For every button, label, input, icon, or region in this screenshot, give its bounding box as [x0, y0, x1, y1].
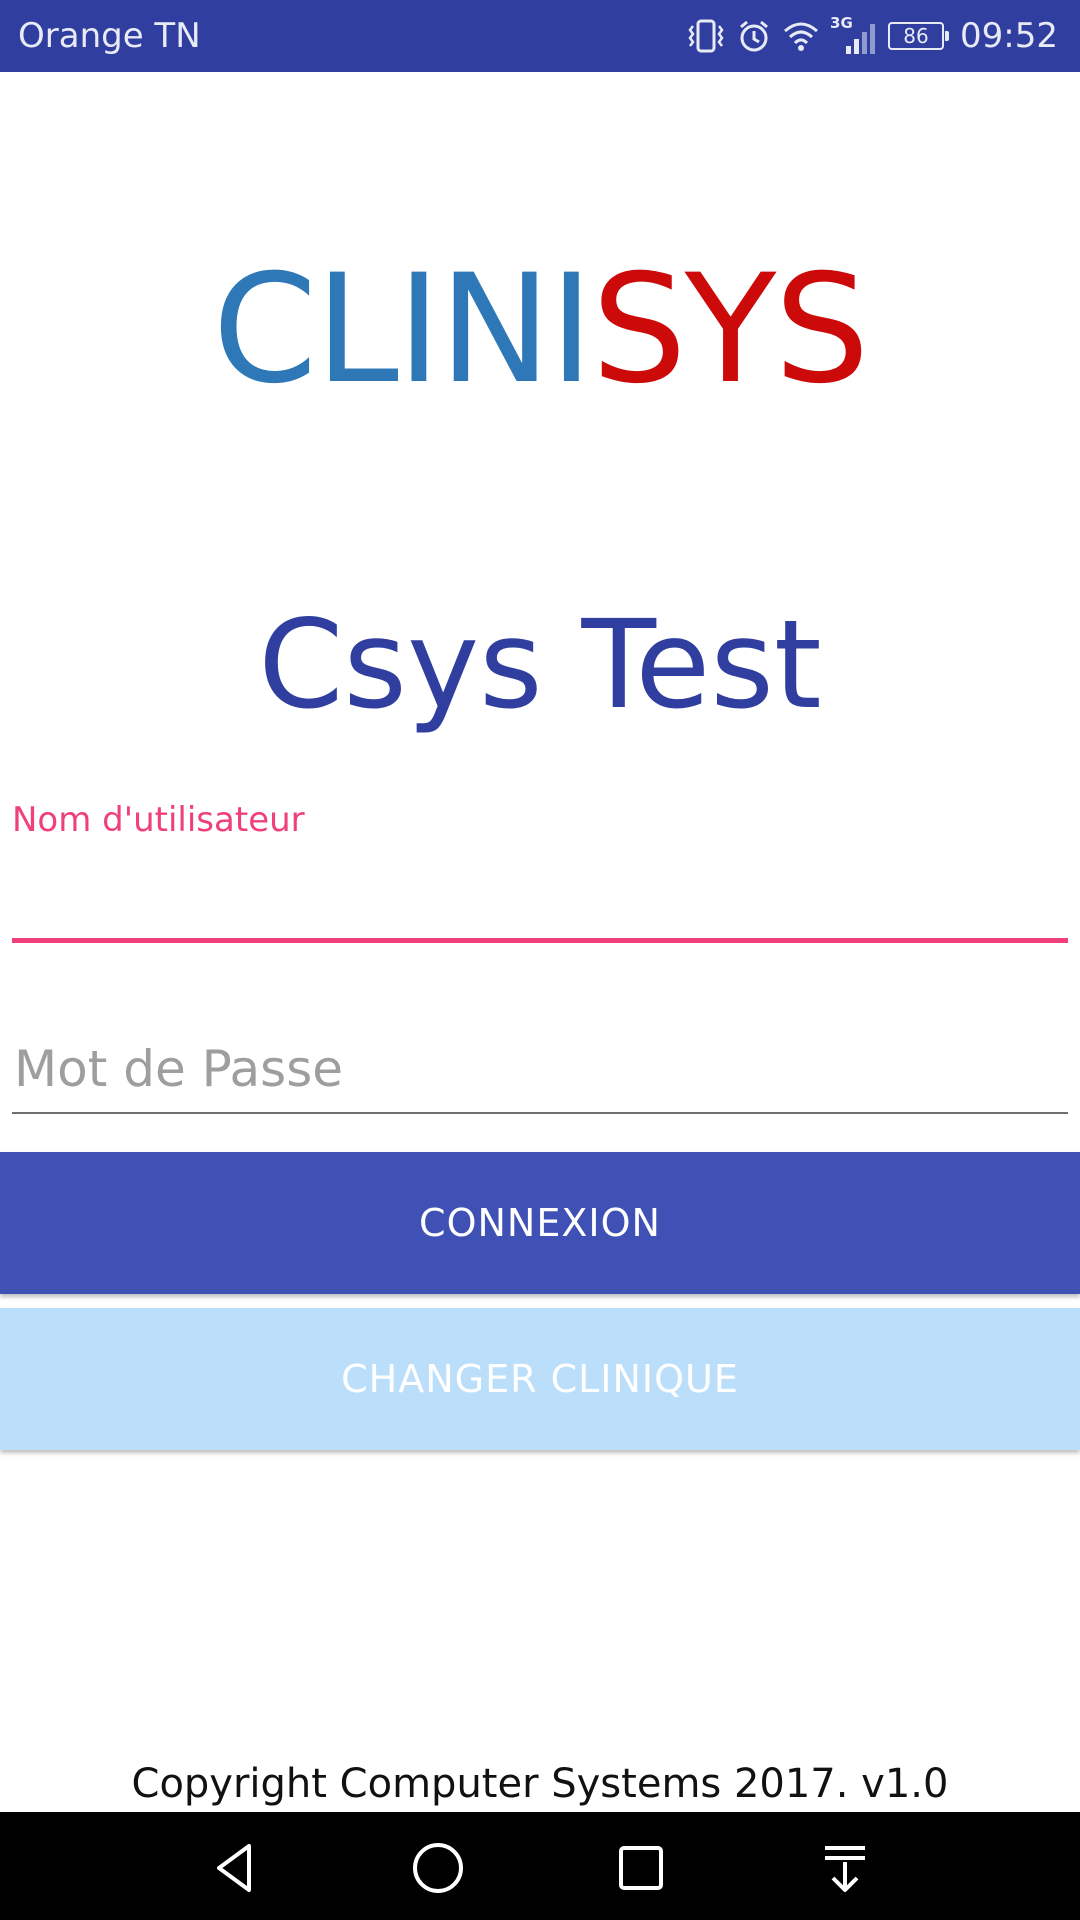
signal-3g-icon: 3G [830, 14, 878, 56]
status-icons: 3G 86 09:52 [686, 14, 1058, 58]
username-input[interactable] [12, 856, 1072, 938]
password-underline [12, 1112, 1068, 1114]
change-clinic-button[interactable]: CHANGER CLINIQUE [0, 1308, 1080, 1450]
app-logo: CLINISYS [0, 250, 1080, 410]
vibrate-icon [686, 18, 726, 54]
battery-icon: 86 [888, 22, 950, 50]
alarm-icon [736, 18, 772, 54]
navigation-bar [0, 1812, 1080, 1920]
notifications-pull-icon[interactable] [815, 1838, 875, 1898]
recents-icon[interactable] [611, 1838, 671, 1898]
connect-button[interactable]: CONNEXION [0, 1152, 1080, 1294]
logo-part-sys: SYS [591, 243, 869, 417]
status-bar: Orange TN 3G 86 09:52 [0, 0, 1080, 72]
username-field: Nom d'utilisateur [12, 796, 1072, 948]
password-input[interactable] [12, 1028, 1072, 1110]
username-underline [12, 938, 1068, 943]
copyright-text: Copyright Computer Systems 2017. v1.0 [131, 1761, 949, 1807]
battery-level: 86 [903, 24, 929, 48]
home-icon[interactable] [408, 1838, 468, 1898]
back-icon[interactable] [205, 1838, 265, 1898]
wifi-icon [782, 19, 820, 53]
username-label: Nom d'utilisateur [12, 800, 305, 840]
clinic-name: Csys Test [258, 594, 822, 736]
status-clock: 09:52 [960, 16, 1058, 56]
password-field [12, 1020, 1072, 1120]
logo-part-clini: CLINI [212, 243, 593, 417]
carrier-name: Orange TN [18, 16, 201, 56]
